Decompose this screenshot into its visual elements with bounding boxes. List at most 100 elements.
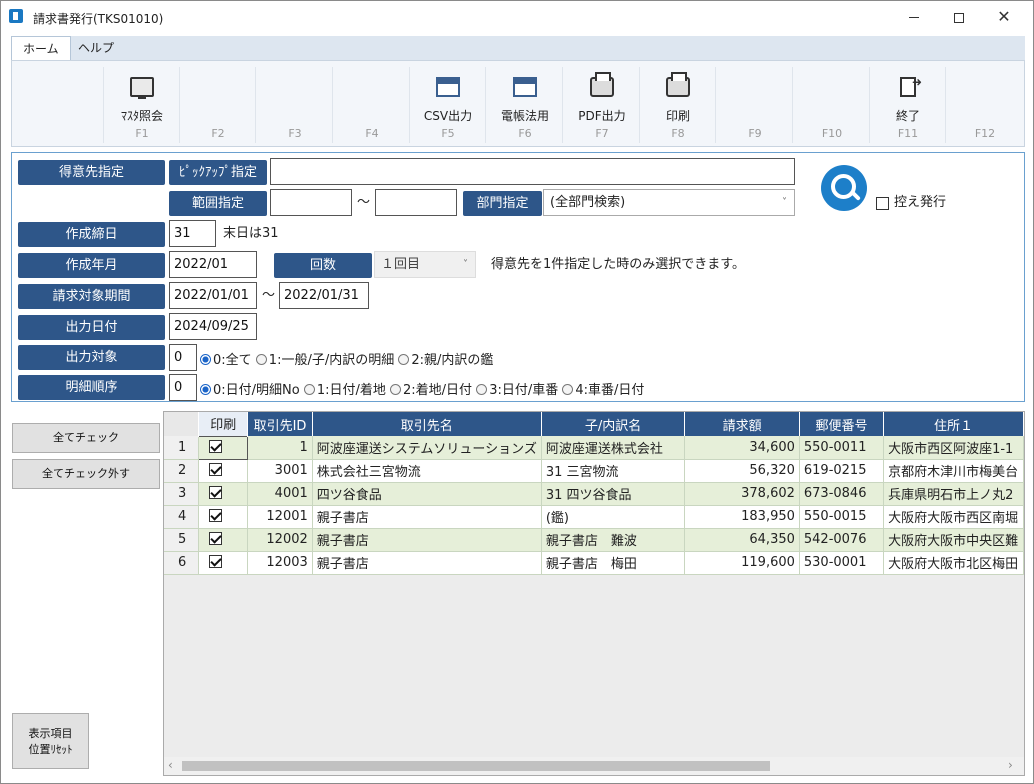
search-button[interactable] [821, 165, 867, 211]
order-option-3[interactable]: 3:日付/車番 [476, 383, 558, 398]
order-option-0[interactable]: 0:日付/明細No [200, 383, 300, 398]
col-id-header[interactable]: 取引先ID [247, 412, 313, 436]
billing-period-to-input[interactable]: 2022/01/31 [279, 282, 369, 309]
target-option-1[interactable]: 1:一般/子/内訳の明細 [255, 353, 394, 368]
f5-key-label: F5 [441, 127, 455, 140]
col-name-header[interactable]: 取引先名 [312, 412, 542, 436]
dept-select-value: (全部門検索) [550, 195, 626, 210]
f4-button[interactable]: F4 [334, 67, 410, 143]
print-checkbox[interactable] [209, 555, 223, 568]
radio-icon [398, 354, 410, 365]
count-select-value: １回目 [381, 257, 421, 272]
print-button[interactable]: 印刷 F8 [640, 67, 716, 143]
table-row[interactable]: 5 12002 親子書店 親子書店 難波 64,350 542-0076 大阪府… [164, 528, 1024, 552]
scroll-left-icon[interactable]: ‹ [168, 758, 173, 772]
print-cell[interactable] [198, 505, 249, 529]
corner-header [164, 412, 200, 436]
dept-select[interactable]: (全部門検索) ˅ [543, 189, 795, 216]
table-row[interactable]: 1 1 阿波座運送システムソリューションズ 阿波座運送株式会社 34,600 5… [164, 435, 1024, 460]
print-checkbox[interactable] [209, 440, 223, 453]
range-from-input[interactable] [270, 189, 352, 216]
count-select[interactable]: １回目 ˅ [374, 251, 476, 278]
amount-cell: 34,600 [684, 436, 800, 460]
f1-key-label: F1 [135, 127, 149, 140]
copy-issue-checkbox[interactable] [876, 197, 889, 210]
output-target-radios: 0:全て 1:一般/子/内訳の明細 2:親/内訳の鑑 [200, 349, 493, 368]
output-date-input[interactable]: 2024/09/25 [169, 313, 257, 340]
radio-selected-icon [200, 354, 211, 365]
radio-icon [255, 354, 267, 365]
address-cell: 大阪府大阪市西区南堀 [883, 505, 1024, 529]
close-icon: ✕ [997, 7, 1011, 26]
minimize-button[interactable] [891, 1, 937, 33]
table-row[interactable]: 6 12003 親子書店 親子書店 梅田 119,600 530-0001 大阪… [164, 551, 1024, 575]
target-option-2[interactable]: 2:親/内訳の鑑 [398, 353, 493, 368]
radio-icon [390, 384, 402, 395]
printer-icon [666, 72, 690, 97]
print-checkbox[interactable] [209, 486, 223, 499]
horizontal-scrollbar[interactable]: ‹ › [164, 757, 1024, 775]
amount-cell: 56,320 [684, 459, 800, 483]
amount-cell: 64,350 [684, 528, 800, 552]
closing-day-label: 作成締日 [18, 222, 165, 247]
row-number: 6 [164, 551, 200, 575]
f10-button[interactable]: F10 [794, 67, 870, 143]
order-option-2[interactable]: 2:着地/日付 [390, 383, 472, 398]
detail-order-label: 明細順序 [18, 375, 165, 400]
close-button[interactable]: ✕ [981, 1, 1027, 33]
tab-help[interactable]: ヘルプ [67, 36, 125, 60]
table-row[interactable]: 4 12001 親子書店 (鑑) 183,950 550-0015 大阪府大阪市… [164, 505, 1024, 529]
table-row[interactable]: 3 4001 四ツ谷食品 31 四ツ谷食品 378,602 673-0846 兵… [164, 482, 1024, 506]
name-cell: 阿波座運送システムソリューションズ [312, 436, 542, 460]
exit-button[interactable]: 終了 F11 [870, 67, 946, 143]
print-cell[interactable] [198, 551, 249, 575]
col-sub-header[interactable]: 子/内訳名 [541, 412, 686, 436]
print-checkbox[interactable] [209, 463, 223, 476]
f12-button[interactable]: F12 [947, 67, 1023, 143]
print-cell[interactable] [198, 459, 249, 483]
sub-cell: 親子書店 梅田 [541, 551, 686, 575]
exit-label: 終了 [895, 109, 920, 123]
master-lookup-button[interactable]: ﾏｽﾀ照会 F1 [104, 67, 180, 143]
col-amount-header[interactable]: 請求額 [684, 412, 800, 436]
chevron-down-icon: ˅ [782, 197, 787, 208]
col-zip-header[interactable]: 郵便番号 [799, 412, 885, 436]
print-cell[interactable] [198, 482, 249, 506]
f3-button[interactable]: F3 [257, 67, 333, 143]
check-all-button[interactable]: 全てチェック [12, 423, 160, 453]
title-bar: 請求書発行(TKS01010) ✕ [1, 1, 1033, 34]
range-to-input[interactable] [375, 189, 457, 216]
print-checkbox[interactable] [209, 532, 223, 545]
uncheck-all-button[interactable]: 全てチェック外す [12, 459, 160, 489]
scroll-right-icon[interactable]: › [1008, 758, 1013, 772]
reset-columns-button[interactable]: 表示項目 位置ﾘｾｯﾄ [12, 713, 89, 769]
tab-home[interactable]: ホーム [11, 36, 71, 60]
year-month-input[interactable]: 2022/01 [169, 251, 257, 278]
pickup-input[interactable] [270, 158, 795, 185]
print-checkbox[interactable] [209, 509, 223, 522]
pdf-output-button[interactable]: PDF出力 F7 [564, 67, 640, 143]
print-cell[interactable] [198, 435, 249, 460]
target-option-0[interactable]: 0:全て [200, 353, 252, 368]
blank-button [28, 67, 104, 143]
billing-period-from-input[interactable]: 2022/01/01 [169, 282, 257, 309]
f8-key-label: F8 [671, 127, 685, 140]
f9-button[interactable]: F9 [717, 67, 793, 143]
id-cell: 12002 [247, 528, 313, 552]
closing-day-input[interactable]: 31 [169, 220, 216, 247]
output-target-input[interactable]: 0 [169, 344, 197, 371]
order-option-4[interactable]: 4:車番/日付 [562, 383, 644, 398]
col-address-header[interactable]: 住所１ [883, 412, 1024, 436]
order-option-1[interactable]: 1:日付/着地 [303, 383, 386, 398]
col-print-header[interactable]: 印刷 [198, 412, 249, 436]
maximize-button[interactable] [936, 1, 982, 33]
csv-output-button[interactable]: CSV出力 F5 [410, 67, 486, 143]
pdf-printer-icon [590, 72, 614, 97]
monitor-icon [130, 77, 154, 99]
print-cell[interactable] [198, 528, 249, 552]
table-row[interactable]: 2 3001 株式会社三宮物流 31 三宮物流 56,320 619-0215 … [164, 459, 1024, 483]
scrollbar-thumb[interactable] [182, 761, 770, 771]
detail-order-input[interactable]: 0 [169, 374, 197, 401]
f2-button[interactable]: F2 [180, 67, 256, 143]
e-ledger-button[interactable]: 電帳法用 F6 [487, 67, 563, 143]
